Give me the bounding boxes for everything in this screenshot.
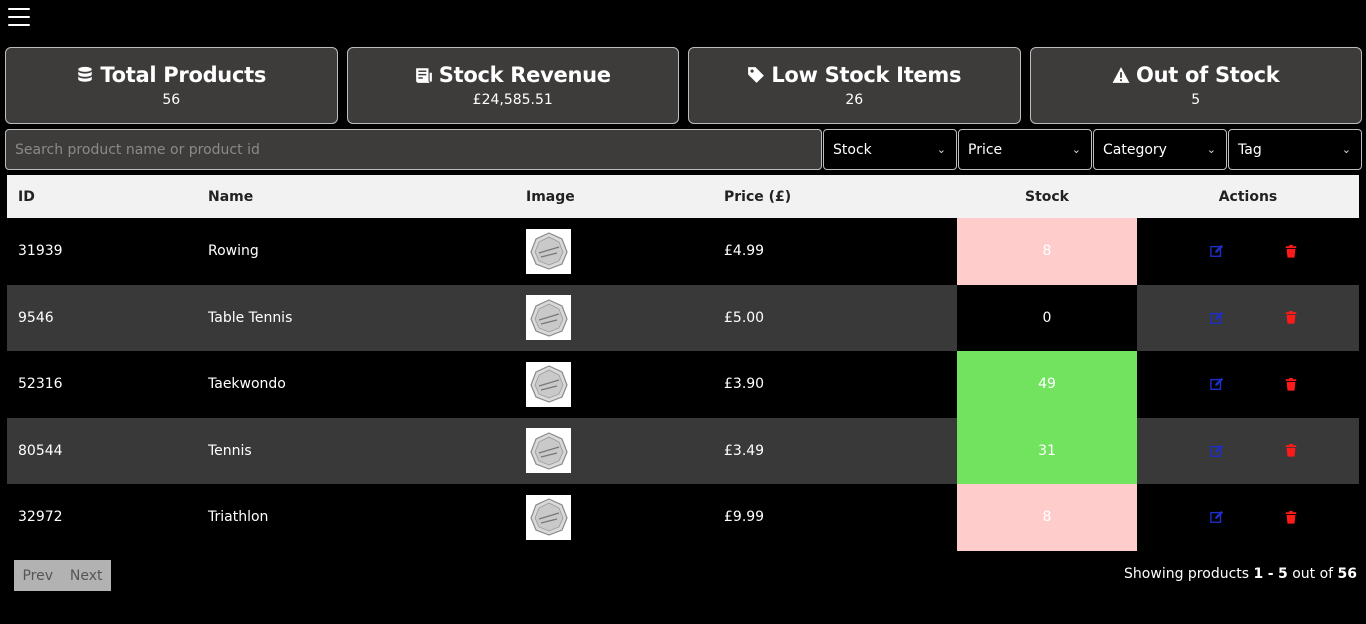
cell-price: £3.49 [724,442,765,459]
table-row: 52316 Taekwondo £3.90 49 [7,351,1359,418]
stock-filter-select[interactable]: Stock ⌄ [823,129,957,170]
cell-id: 52316 [18,376,63,393]
card-title: Out of Stock [1136,63,1280,87]
card-stock-revenue: Stock Revenue £24,585.51 [346,47,679,124]
cell-actions [1137,418,1359,485]
card-value: 56 [162,92,181,108]
cell-image [515,285,713,352]
col-header-image: Image [526,188,575,205]
card-title: Total Products [100,63,267,87]
cell-image [515,484,713,551]
cell-stock: 8 [957,484,1137,551]
table-row: 31939 Rowing £4.99 8 [7,218,1359,285]
tag-icon [748,67,765,83]
price-filter-select[interactable]: Price ⌄ [958,129,1092,170]
cell-actions [1137,285,1359,352]
product-image[interactable] [526,494,571,540]
cell-actions [1137,218,1359,285]
cell-price: £5.00 [724,309,765,326]
cell-price: £3.90 [724,376,765,393]
edit-icon[interactable] [1209,443,1225,459]
tag-filter-select[interactable]: Tag ⌄ [1228,129,1362,170]
edit-icon[interactable] [1209,509,1225,525]
delete-icon[interactable] [1283,310,1299,326]
hamburger-menu-icon[interactable] [8,8,30,26]
search-input[interactable] [5,129,822,170]
chevron-down-icon: ⌄ [1071,143,1081,156]
delete-icon[interactable] [1283,509,1299,525]
card-value: 5 [1191,92,1201,108]
category-filter-select[interactable]: Category ⌄ [1093,129,1227,170]
cell-price: £9.99 [724,509,765,526]
cell-actions [1137,351,1359,418]
filter-bar: Stock ⌄ Price ⌄ Category ⌄ Tag ⌄ [5,129,1362,170]
cell-name: Tennis [208,442,252,459]
select-label: Tag [1238,141,1262,158]
pagination: Prev Next [14,560,111,591]
delete-icon[interactable] [1283,243,1299,259]
next-button[interactable]: Next [70,568,103,584]
cell-name: Taekwondo [208,376,286,393]
showing-summary: Showing products 1 - 5 out of 56 [1124,566,1357,582]
edit-icon[interactable] [1209,310,1225,326]
col-header-stock[interactable]: Stock [957,175,1137,218]
warning-icon [1112,67,1130,83]
cell-image [515,218,713,285]
col-header-price[interactable]: Price (£) [713,175,957,218]
product-image[interactable] [526,361,571,407]
cell-name: Triathlon [208,509,269,526]
product-image[interactable] [526,295,571,341]
chevron-down-icon: ⌄ [936,143,946,156]
col-header-name[interactable]: Name [197,175,515,218]
cell-image [515,418,713,485]
chevron-down-icon: ⌄ [1341,143,1351,156]
cell-id: 80544 [18,442,63,459]
edit-icon[interactable] [1209,243,1225,259]
cell-name: Rowing [208,243,259,260]
prev-button[interactable]: Prev [22,568,53,584]
card-title: Stock Revenue [438,63,611,87]
cell-stock: 49 [957,351,1137,418]
table-row: 9546 Table Tennis £5.00 0 [7,284,1359,352]
cell-image [515,351,713,418]
cell-price: £4.99 [724,243,765,260]
database-icon [78,66,93,82]
col-header-id[interactable]: ID [7,175,197,218]
select-label: Stock [833,141,872,158]
col-header-actions: Actions [1218,188,1278,205]
delete-icon[interactable] [1283,443,1299,459]
card-title: Low Stock Items [771,63,962,87]
select-label: Category [1103,141,1167,158]
card-out-of-stock: Out of Stock 5 [1029,47,1362,124]
card-total-products: Total Products 56 [5,47,338,124]
products-table: ID Name Image Price (£) Stock Actions 31… [7,175,1359,551]
card-value: 26 [845,92,864,108]
card-low-stock-items: Low Stock Items 26 [688,47,1021,124]
cell-actions [1137,484,1359,551]
cell-stock: 31 [957,417,1137,484]
product-image[interactable] [526,428,571,474]
table-header-row: ID Name Image Price (£) Stock Actions [7,175,1359,218]
select-label: Price [968,141,1003,158]
chevron-down-icon: ⌄ [1206,143,1216,156]
summary-cards: Total Products 56 Stock Revenue £24,585.… [5,47,1362,124]
card-value: £24,585.51 [472,92,553,108]
cell-stock: 0 [957,284,1137,351]
cell-name: Table Tennis [208,309,293,326]
table-row: 80544 Tennis £3.49 31 [7,417,1359,485]
table-row: 32972 Triathlon £9.99 8 [7,484,1359,551]
delete-icon[interactable] [1283,376,1299,392]
cell-id: 32972 [18,509,63,526]
product-image[interactable] [526,228,571,274]
receipt-icon [415,68,432,83]
cell-id: 9546 [18,309,54,326]
cell-stock: 8 [957,218,1137,285]
edit-icon[interactable] [1209,376,1225,392]
cell-id: 31939 [18,243,63,260]
